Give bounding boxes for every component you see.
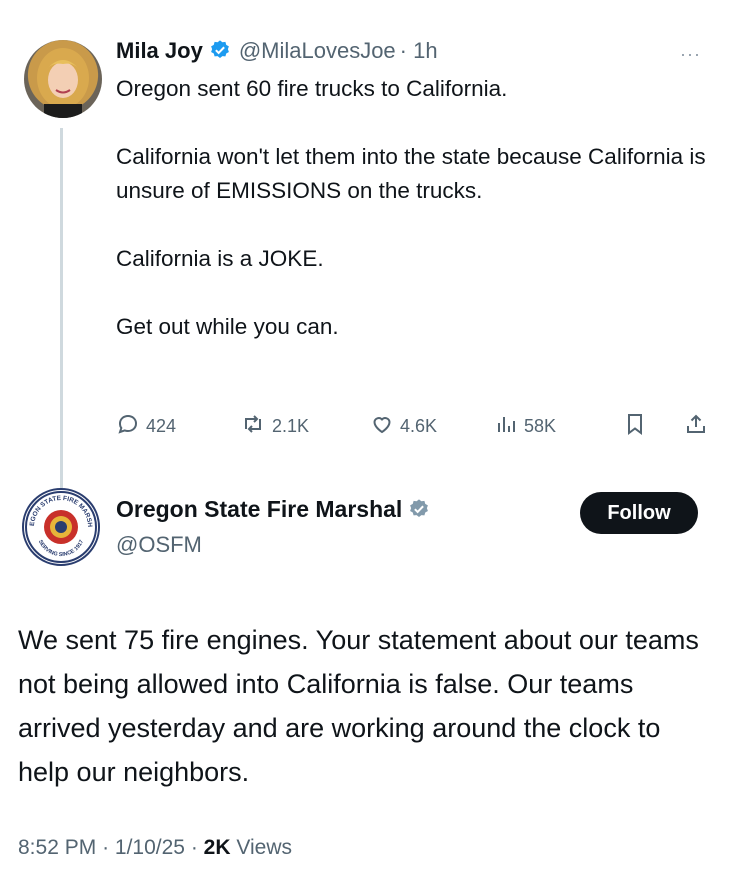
tweet-time[interactable]: · 1h (400, 38, 438, 63)
repost-icon (240, 412, 266, 441)
avatar-osfm-logo[interactable]: OREGON STATE FIRE MARSHAL SERVING SINCE … (21, 485, 100, 566)
tweet-date[interactable]: 1/10/25 (115, 836, 185, 859)
analytics-icon (494, 412, 518, 441)
tweet2-meta: 8:52 PM · 1/10/25 · 2K Views (18, 836, 292, 859)
government-badge-icon (408, 498, 430, 526)
like-button[interactable]: 4.6K (370, 412, 437, 441)
author-handle[interactable]: @MilaLovesJoe (239, 38, 396, 63)
thread-line (60, 128, 63, 488)
verified-badge-icon (209, 39, 231, 67)
repost-count: 2.1K (272, 416, 310, 436)
heart-icon (370, 412, 394, 441)
author-name[interactable]: Oregon State Fire Marshal (116, 496, 402, 522)
tweet1-text: Oregon sent 60 fire trucks to California… (116, 76, 706, 339)
reply-icon (116, 412, 140, 441)
tweet2-header: Oregon State Fire Marshal (116, 496, 430, 526)
tweet1-actions: 424 2.1K 4.6K 58K (116, 412, 716, 442)
views-label: Views (236, 836, 292, 859)
repost-button[interactable]: 2.1K (240, 412, 309, 441)
views-count: 2K (203, 836, 231, 859)
reply-button[interactable]: 424 (116, 412, 176, 441)
tweet1-header: Mila Joy @MilaLovesJoe · 1h (116, 38, 438, 67)
more-options-icon[interactable]: ··· (680, 44, 701, 65)
reply-count: 424 (146, 416, 177, 436)
bookmark-icon[interactable] (624, 412, 646, 436)
author-handle[interactable]: @OSFM (116, 532, 202, 558)
views-count: 58K (524, 416, 557, 436)
author-name[interactable]: Mila Joy (116, 38, 203, 63)
tweet2-text: We sent 75 fire engines. Your statement … (18, 625, 699, 787)
like-count: 4.6K (400, 416, 438, 436)
tweet-time[interactable]: 8:52 PM (18, 836, 96, 859)
share-icon[interactable] (684, 412, 708, 436)
follow-button[interactable]: Follow (580, 492, 698, 534)
views-button[interactable]: 58K (494, 412, 556, 441)
avatar-mila-joy[interactable] (24, 40, 102, 118)
